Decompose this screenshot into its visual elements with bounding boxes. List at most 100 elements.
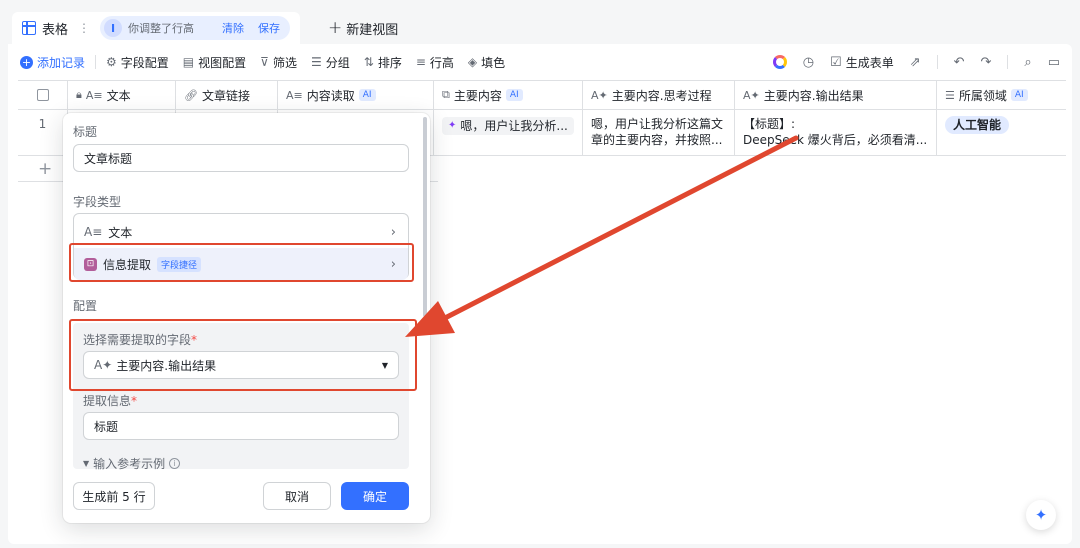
add-record-label: 添加记录 [37,55,86,70]
history-icon[interactable]: ◷ [803,55,814,70]
field-config-popup: 标题 文章标题 字段类型 A≡ 文本 › ⊡ 信息提取 字段捷径 › 配置 选择… [63,113,430,523]
sort-button[interactable]: ⇅ 排序 [364,54,402,71]
row-index: 1 [18,110,68,155]
required-mark: * [131,394,138,408]
text-icon: A≡ [286,88,303,102]
ai-text-icon: A✦ [591,88,608,102]
sparkle-icon: ✦ [1034,506,1048,524]
toolbar-divider [936,55,938,69]
generate-form-button[interactable]: ☑ 生成表单 [830,54,894,71]
extract-info-value: 标题 [94,419,119,434]
info-icon: i [169,458,181,469]
group-button[interactable]: ☰ 分组 [311,54,350,71]
field-type-label: 字段类型 [73,195,122,209]
lock-icon: 🔒︎ [76,88,82,101]
cell-thinking[interactable]: 嗯，用户让我分析这篇文 章的主要内容，并按照... [583,110,735,155]
thinking-line: 章的主要内容，并按照... [591,133,723,147]
chevron-right-icon: › [390,224,396,240]
column-header-output[interactable]: A✦ 主要内容.输出结果 [735,81,937,109]
view-config-button[interactable]: ▤ 视图配置 [183,54,246,71]
title-field-label: 标题 [73,125,98,139]
ai-badge: AI [1010,89,1028,101]
toolbar: + 添加记录 ⚙ 字段配置 ▤ 视图配置 ⊽ 筛选 ☰ 分组 ⇅ 排序 ≡ 行高 [8,44,1072,80]
fill-button[interactable]: ◈ 填色 [468,54,505,71]
filter-button[interactable]: ⊽ 筛选 [260,54,297,71]
output-line: DeepSeek 爆火背后，必须看清... [743,133,928,147]
filter-label: 筛选 [272,55,297,70]
save-link[interactable]: 保存 [258,20,280,36]
ai-text-icon: A✦ [743,88,760,102]
generate-first-rows-button[interactable]: 生成前 5 行 [73,482,155,510]
filter-icon: ⊽ [260,55,269,69]
column-header-thinking[interactable]: A✦ 主要内容.思考过程 [583,81,735,109]
form-icon: ☑ [830,54,842,70]
column-label: 文本 [106,88,131,103]
title-input[interactable]: 文章标题 [73,144,409,172]
column-label: 内容读取 [306,88,355,103]
toolbar-right: ◷ ☑ 生成表单 ⇗ ↶ ↷ ⌕ ▭ [772,44,1060,80]
extract-info-label: 提取信息* [83,392,137,409]
sort-icon: ⇅ [363,55,374,69]
ai-result-pill[interactable]: ✦ 嗯，用户让我分析... [442,117,574,135]
select-all-checkbox[interactable] [36,89,49,101]
link-icon: 🔗︎ [184,88,198,102]
cell-domain[interactable]: 人工智能 [937,110,1066,155]
cell-main-content[interactable]: ✦ 嗯，用户让我分析... [434,110,583,155]
ai-assistant-icon[interactable] [772,55,787,69]
view-tab-table[interactable]: 表格 ⋮ I 你调整了行高 清除 保存 [12,12,301,44]
text-icon: A≡ [84,225,103,239]
undo-icon[interactable]: ↶ [954,55,965,70]
column-label: 文章链接 [201,88,250,103]
view-bar: 表格 ⋮ I 你调整了行高 清除 保存 + 新建视图 [0,0,1080,44]
more-vertical-icon[interactable]: ⋮ [78,21,90,35]
popup-scrollbar[interactable] [423,117,427,317]
column-label: 主要内容.思考过程 [611,88,712,103]
field-config-button[interactable]: ⚙ 字段配置 [106,54,169,71]
column-header-content-read[interactable]: A≡ 内容读取 AI [278,81,434,109]
annotation-box-extension [69,243,414,282]
table-grid-icon [22,21,36,35]
group-label: 分组 [325,55,350,70]
paint-bucket-icon: ◈ [467,55,478,69]
notice-text: 你调整了行高 [128,22,195,35]
field-type-text-label: 文本 [108,225,133,240]
output-line: 【标题】: [743,117,796,131]
view-config-label: 视图配置 [198,55,247,70]
new-view-button[interactable]: + 新建视图 [328,18,398,38]
domain-tag: 人工智能 [945,116,1010,134]
search-icon[interactable]: ⌕ [1024,55,1031,70]
column-header-text[interactable]: 🔒︎ A≡ 文本 [68,81,176,109]
example-toggle-label: 输入参考示例 [93,457,166,471]
comment-icon[interactable]: ▭ [1048,55,1060,70]
annotation-box-select-field [69,319,417,391]
column-header-main-content[interactable]: ⧉ 主要内容 AI [434,81,583,109]
config-section-label: 配置 [73,299,98,313]
new-view-label: 新建视图 [346,22,399,38]
ai-floating-button[interactable]: ✦ [1026,500,1056,530]
caret-down-icon: ▼ [83,459,90,468]
main-content-value: 嗯，用户让我分析... [460,119,568,133]
row-height-button[interactable]: ≡ 行高 [416,54,454,71]
extract-info-label-text: 提取信息 [83,394,132,408]
extract-info-input[interactable]: 标题 [83,412,399,440]
confirm-button[interactable]: 确定 [341,482,409,510]
fill-label: 填色 [481,55,506,70]
column-header-domain[interactable]: ☰ 所属领域 AI [937,81,1066,109]
text-icon: A≡ [85,88,103,102]
add-circle-icon: + [20,55,33,69]
redo-icon[interactable]: ↷ [981,55,992,70]
toolbar-divider [1007,55,1009,69]
cell-output[interactable]: 【标题】: DeepSeek 爆火背后，必须看清... [735,110,937,155]
example-toggle[interactable]: ▼ 输入参考示例 i [83,455,181,472]
ai-field-icon: ⧉ [442,88,450,101]
field-config-label: 字段配置 [120,55,169,70]
column-label: 主要内容.输出结果 [763,88,864,103]
column-label: 所属领域 [958,88,1007,103]
clear-link[interactable]: 清除 [222,20,244,36]
cancel-button[interactable]: 取消 [263,482,331,510]
share-icon[interactable]: ⇗ [910,55,921,70]
sort-label: 排序 [377,55,402,70]
plus-icon: + [328,18,343,38]
column-header-link[interactable]: 🔗︎ 文章链接 [176,81,278,109]
add-record-button[interactable]: + 添加记录 [20,54,85,71]
